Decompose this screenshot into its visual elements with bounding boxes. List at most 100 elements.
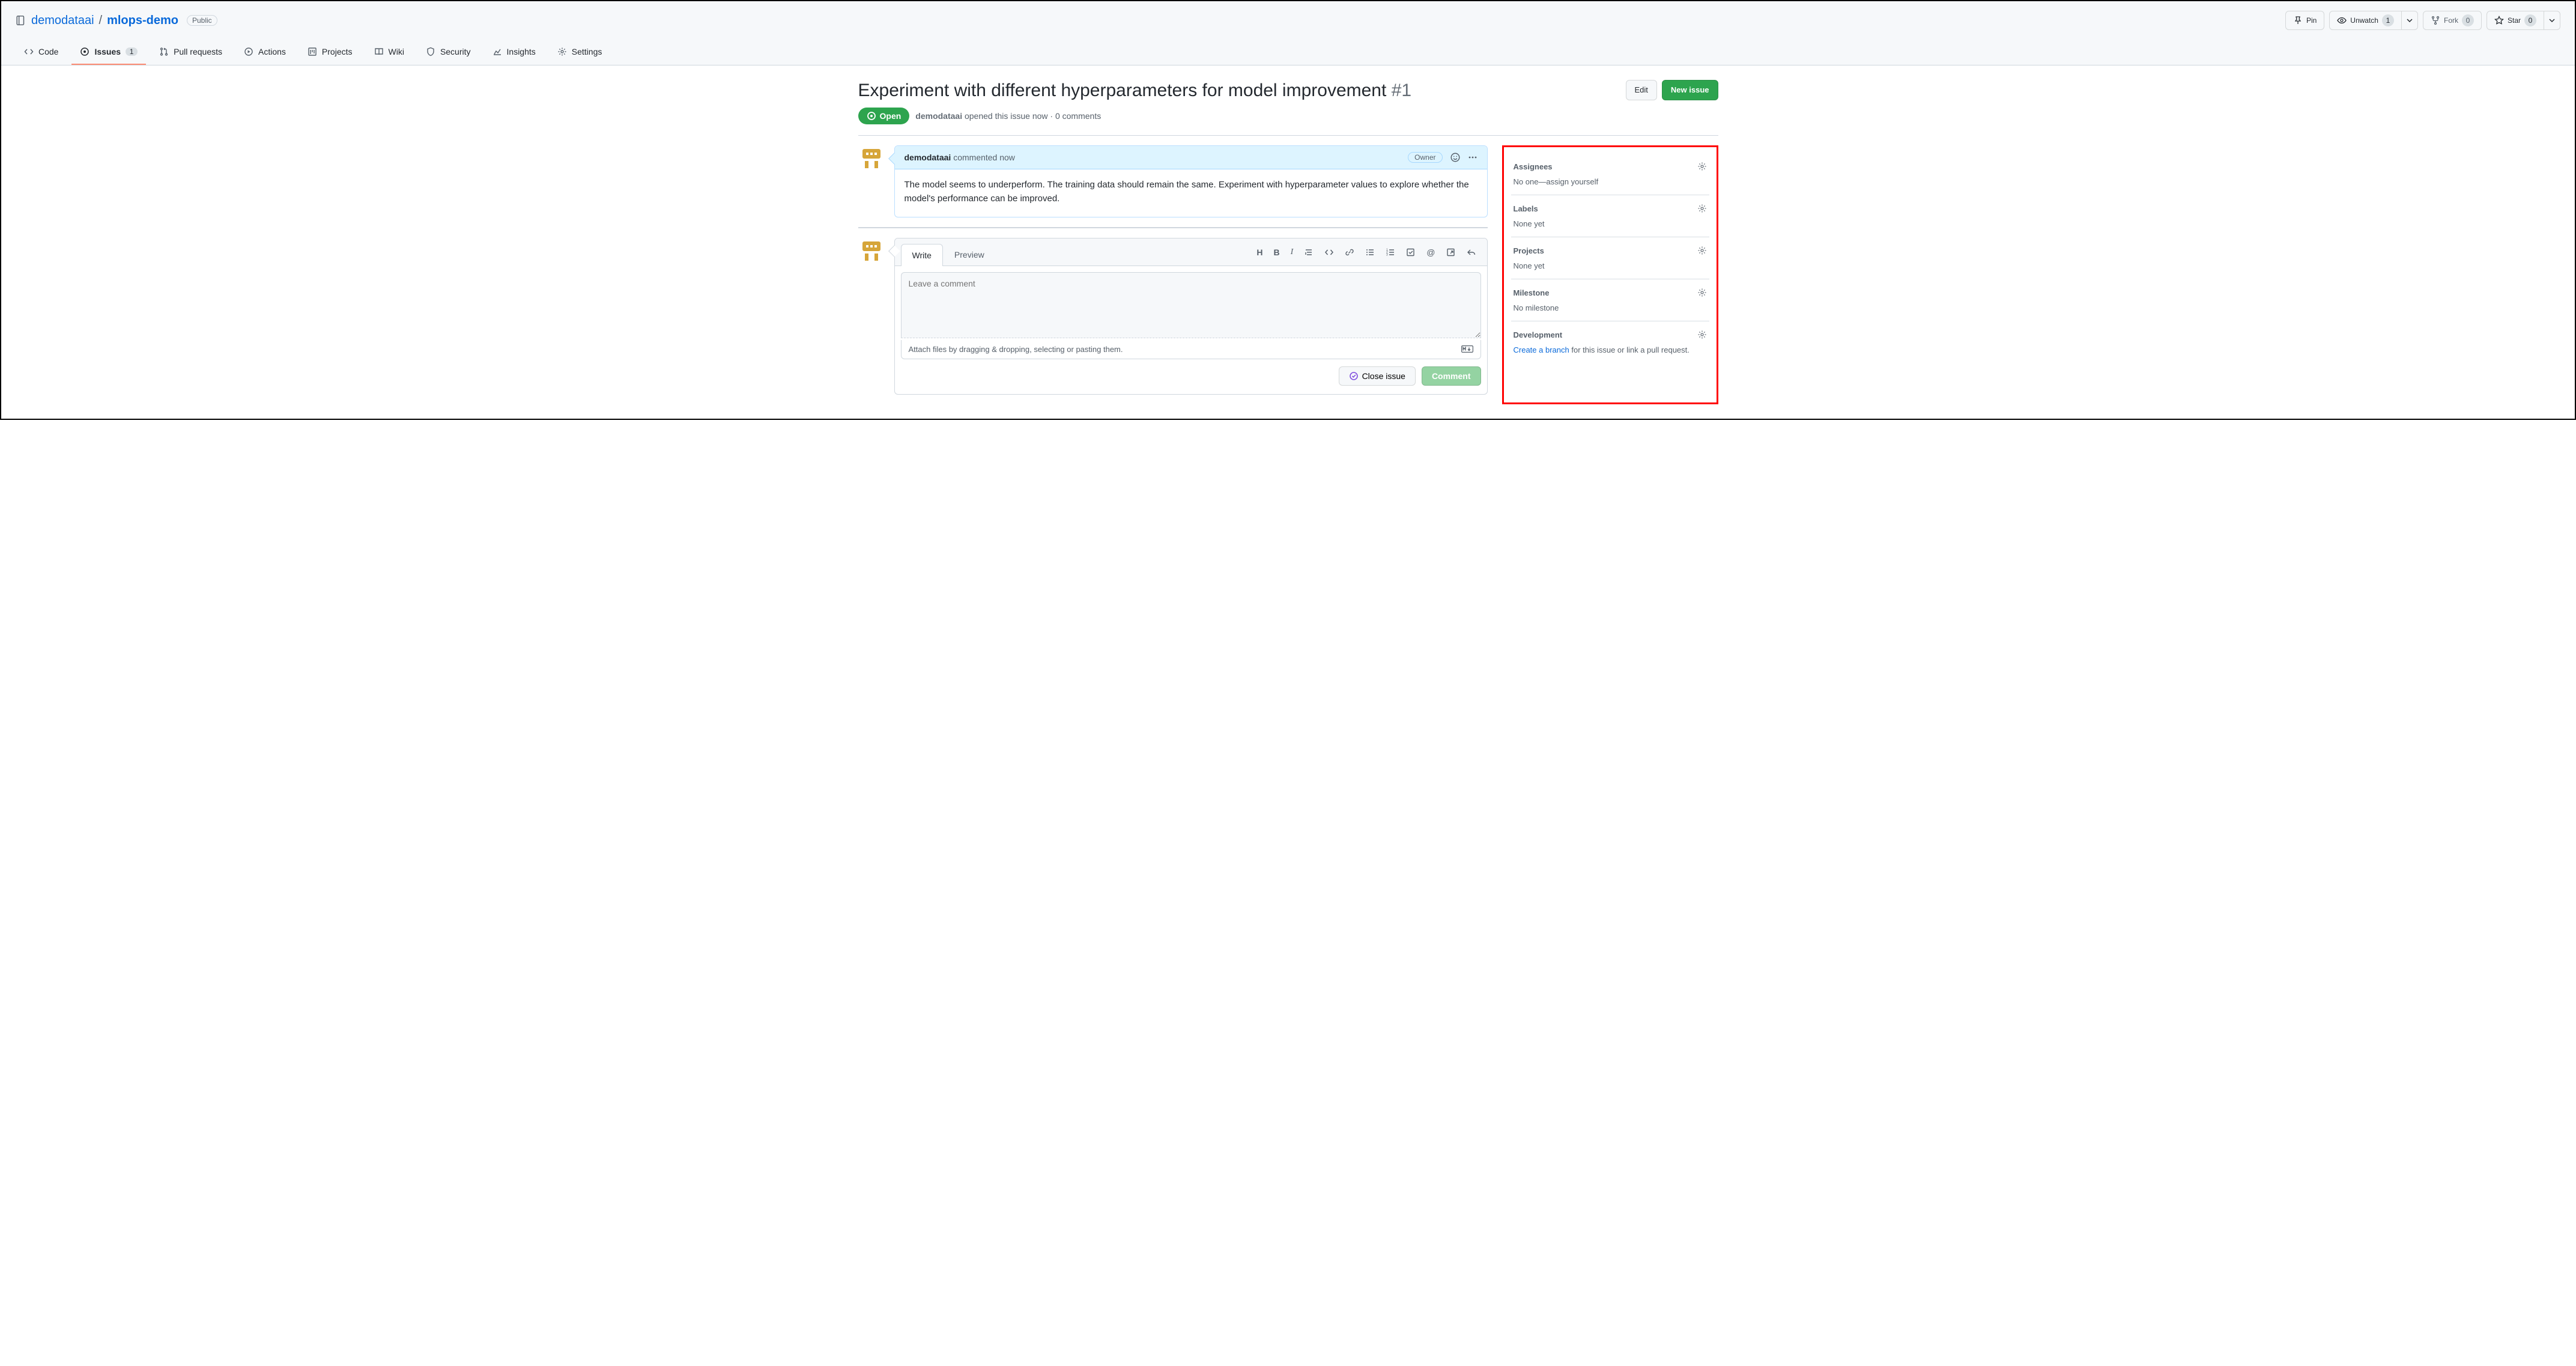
close-issue-label: Close issue [1362,371,1405,381]
kebab-button[interactable] [1468,153,1477,162]
create-branch-link[interactable]: Create a branch [1514,345,1569,354]
repo-icon [16,15,26,26]
mention-icon[interactable]: @ [1426,247,1435,257]
crossref-icon[interactable] [1446,247,1456,257]
heading-icon[interactable]: H [1256,247,1262,257]
attach-hint-text: Attach files by dragging & dropping, sel… [909,345,1123,354]
comment-time: commented now [953,153,1015,162]
tab-pulls[interactable]: Pull requests [151,41,231,65]
star-label: Star [2508,14,2521,26]
ul-icon[interactable] [1365,247,1375,257]
gear-icon[interactable] [1697,288,1707,297]
sidebar-labels-title: Labels [1514,204,1538,213]
unwatch-button[interactable]: Unwatch 1 [2329,11,2402,30]
tab-projects[interactable]: Projects [299,41,361,65]
reply-icon[interactable] [1467,247,1476,257]
issue-subheader: Open demodataai opened this issue now · … [858,108,1616,124]
tab-security[interactable]: Security [417,41,479,65]
react-button[interactable] [1450,152,1461,163]
ol-icon[interactable]: 123 [1386,247,1395,257]
comment-box: demodataai commented now Owner The model… [894,145,1488,217]
star-count: 0 [2524,14,2536,26]
fork-count: 0 [2462,14,2474,26]
code-icon[interactable] [1324,247,1334,257]
repo-actions: Pin Unwatch 1 Fork 0 Star [2285,11,2560,30]
sidebar-development-title: Development [1514,330,1563,339]
star-button[interactable]: Star 0 [2487,11,2544,30]
link-icon[interactable] [1345,247,1354,257]
tab-actions[interactable]: Actions [235,41,294,65]
tab-projects-label: Projects [322,47,353,56]
timeline-comment: demodataai commented now Owner The model… [858,145,1488,217]
tab-settings-label: Settings [572,47,602,56]
chevron-down-icon [2549,17,2555,23]
gear-icon[interactable] [1697,246,1707,255]
star-dropdown[interactable] [2544,11,2560,30]
attach-hint[interactable]: Attach files by dragging & dropping, sel… [901,340,1481,359]
projects-none: None yet [1514,261,1707,270]
repo-name-link[interactable]: mlops-demo [107,14,178,28]
pin-icon [2293,16,2303,25]
pin-button[interactable]: Pin [2285,11,2324,30]
sidebar-projects: Projects None yet [1511,237,1709,279]
tab-issues-label: Issues [94,47,121,56]
italic-icon[interactable]: I [1291,247,1294,257]
fork-label: Fork [2444,14,2458,26]
star-group: Star 0 [2487,11,2560,30]
edit-issue-button[interactable]: Edit [1626,80,1657,100]
repo-visibility-badge: Public [187,15,217,26]
avatar[interactable] [858,238,885,264]
issue-author[interactable]: demodataai [915,111,962,121]
repo-title: demodataai / mlops-demo Public [16,14,217,28]
gear-icon[interactable] [1697,204,1707,213]
close-issue-button[interactable]: Close issue [1339,366,1416,386]
issues-count: 1 [126,47,138,56]
milestone-none: No milestone [1514,303,1707,312]
comment-textarea[interactable] [901,272,1481,338]
development-rest: for this issue or link a pull request. [1569,345,1690,354]
timeline-composer: Write Preview H B I 123 [858,227,1488,395]
watch-dropdown[interactable] [2402,11,2418,30]
markdown-icon [1461,345,1473,353]
tab-issues[interactable]: Issues 1 [71,41,146,65]
divider [858,135,1718,136]
tab-code-label: Code [38,47,58,56]
owner-badge: Owner [1408,152,1442,163]
comment-author[interactable]: demodataai [905,153,951,162]
watch-group: Unwatch 1 [2329,11,2418,30]
sidebar-milestone: Milestone No milestone [1511,279,1709,321]
sidebar-labels: Labels None yet [1511,195,1709,237]
tab-insights-label: Insights [507,47,536,56]
composer-toolbar: H B I 123 @ [1254,245,1480,263]
sidebar-milestone-title: Milestone [1514,288,1550,297]
eye-icon [2337,16,2347,25]
gear-icon[interactable] [1697,162,1707,171]
gear-icon[interactable] [1697,330,1707,339]
repo-owner-link[interactable]: demodataai [31,14,94,28]
tasklist-icon[interactable] [1406,247,1416,257]
bold-icon[interactable]: B [1273,247,1279,257]
issue-state-badge: Open [858,108,910,124]
issue-title-text: Experiment with different hyperparameter… [858,80,1387,100]
tab-pulls-label: Pull requests [174,47,222,56]
tab-wiki[interactable]: Wiki [366,41,413,65]
fork-button[interactable]: Fork 0 [2423,11,2482,30]
quote-icon[interactable] [1304,247,1314,257]
chevron-down-icon [2407,17,2413,23]
issue-title: Experiment with different hyperparameter… [858,80,1616,102]
comment-body: The model seems to underperform. The tra… [895,169,1487,217]
composer-tab-preview[interactable]: Preview [943,243,996,266]
composer-tab-write[interactable]: Write [901,244,943,266]
assignees-none: No one— [1514,177,1547,186]
avatar[interactable] [858,145,885,172]
tab-settings[interactable]: Settings [549,41,611,65]
tab-insights[interactable]: Insights [484,41,544,65]
pin-label: Pin [2306,14,2317,26]
new-issue-button[interactable]: New issue [1662,80,1718,100]
tab-code[interactable]: Code [16,41,67,65]
assign-yourself-link[interactable]: assign yourself [1546,177,1598,186]
tab-actions-label: Actions [258,47,286,56]
tab-wiki-label: Wiki [389,47,404,56]
watch-count: 1 [2382,14,2394,26]
comment-button[interactable]: Comment [1422,366,1481,386]
